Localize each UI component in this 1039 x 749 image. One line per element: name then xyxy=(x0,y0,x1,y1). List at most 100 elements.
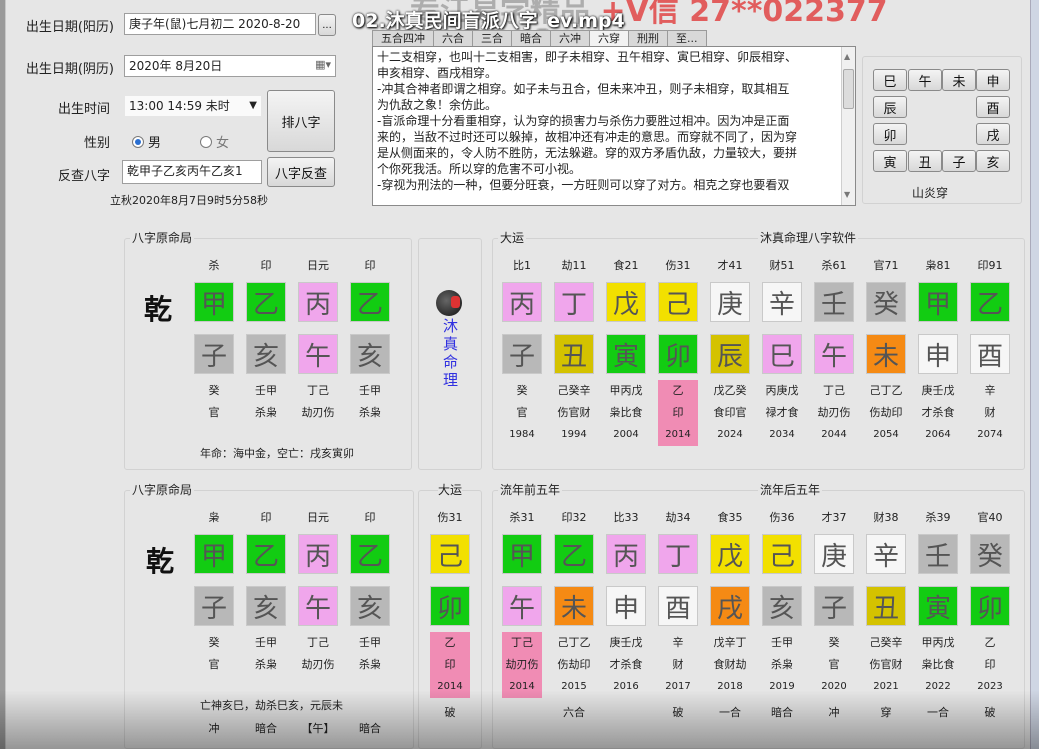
earthly-branch-cell[interactable]: 酉 xyxy=(970,334,1010,374)
reverse-lookup-button[interactable]: 八字反查 xyxy=(267,157,335,187)
paipan-button[interactable]: 排八字 xyxy=(267,90,335,152)
heavenly-stem-cell[interactable]: 庚 xyxy=(814,534,854,574)
branch-button[interactable]: 酉 xyxy=(976,96,1010,118)
branch-button[interactable]: 卯 xyxy=(873,123,907,145)
scroll-up-icon[interactable]: ▲ xyxy=(844,49,850,65)
hidden-stems-text: 壬甲 xyxy=(255,636,277,649)
vertical-scrollbar[interactable]: ▲ ▼ xyxy=(841,47,855,205)
heavenly-stem-cell[interactable]: 戊 xyxy=(710,534,750,574)
reverse-lookup-input[interactable]: 乾甲子乙亥丙午乙亥1 xyxy=(122,160,262,184)
earthly-branch-cell[interactable]: 子 xyxy=(194,334,234,374)
heavenly-stem-cell[interactable]: 壬 xyxy=(814,282,854,322)
heavenly-stem-cell[interactable]: 庚 xyxy=(710,282,750,322)
hidden-stems-text: 癸 xyxy=(208,384,220,397)
birth-date-lunar-field[interactable]: 2020年 8月20日 ▦▾ xyxy=(124,55,336,77)
branch-button[interactable]: 午 xyxy=(908,69,942,91)
tab-liuchong[interactable]: 六冲 xyxy=(550,30,590,46)
scroll-thumb[interactable] xyxy=(843,69,854,109)
earthly-branch-cell[interactable]: 酉 xyxy=(658,586,698,626)
heavenly-stem-cell[interactable]: 甲 xyxy=(194,282,234,322)
heavenly-stem-cell[interactable]: 戊 xyxy=(606,282,646,322)
heavenly-stem-cell[interactable]: 甲 xyxy=(502,534,542,574)
branch-button[interactable]: 申 xyxy=(976,69,1010,91)
relation-description-text[interactable]: 十二支相穿，也叫十二支相害，即子未相穿、丑午相穿、寅巳相穿、卯辰相穿、 申亥相穿… xyxy=(372,46,856,206)
heavenly-stem-cell[interactable]: 壬 xyxy=(918,534,958,574)
earthly-branch-cell[interactable]: 寅 xyxy=(918,586,958,626)
tab-xing[interactable]: 刑刑 xyxy=(628,30,668,46)
heavenly-stem-cell[interactable]: 丙 xyxy=(298,282,338,322)
heavenly-stem-cell[interactable]: 乙 xyxy=(970,282,1010,322)
heavenly-stem-cell[interactable]: 乙 xyxy=(350,534,390,574)
earthly-branch-cell[interactable]: 亥 xyxy=(762,586,802,626)
heavenly-stem-cell[interactable]: 癸 xyxy=(970,534,1010,574)
earthly-branch-cell[interactable]: 巳 xyxy=(762,334,802,374)
hidden-stems-block: 辛财 2017 xyxy=(658,632,698,698)
earthly-branch-cell[interactable]: 丑 xyxy=(866,586,906,626)
gender-radio-male[interactable]: 男 xyxy=(132,132,161,151)
birth-time-select[interactable]: 13:00 14:59 未时 ▼ xyxy=(124,95,262,117)
heavenly-stem-cell[interactable]: 辛 xyxy=(866,534,906,574)
tab-more[interactable]: 至... xyxy=(667,30,707,46)
tab-liuhe[interactable]: 六合 xyxy=(433,30,473,46)
tab-liuchuan[interactable]: 六穿 xyxy=(589,30,629,46)
earthly-branch-cell[interactable]: 子 xyxy=(502,334,542,374)
branch-button[interactable]: 寅 xyxy=(873,150,907,172)
earthly-branch-cell[interactable]: 午 xyxy=(502,586,542,626)
calendar-dropdown-icon[interactable]: ▦▾ xyxy=(315,57,331,73)
heavenly-stem-cell[interactable]: 乙 xyxy=(350,282,390,322)
scroll-down-icon[interactable]: ▼ xyxy=(844,187,850,203)
earthly-branch-cell[interactable]: 寅 xyxy=(606,334,646,374)
branch-button[interactable]: 巳 xyxy=(873,69,907,91)
heavenly-stem-cell[interactable]: 丁 xyxy=(658,534,698,574)
branch-button[interactable]: 未 xyxy=(942,69,976,91)
earthly-branch-cell[interactable]: 亥 xyxy=(246,586,286,626)
earthly-branch-cell[interactable]: 卯 xyxy=(658,334,698,374)
earthly-branch-cell[interactable]: 亥 xyxy=(246,334,286,374)
tab-sanhe[interactable]: 三合 xyxy=(472,30,512,46)
heavenly-stem-cell[interactable]: 己 xyxy=(658,282,698,322)
heavenly-stem-cell[interactable]: 甲 xyxy=(918,282,958,322)
earthly-branch-cell[interactable]: 子 xyxy=(814,586,854,626)
earthly-branch-cell[interactable]: 亥 xyxy=(350,334,390,374)
tab-anhe[interactable]: 暗合 xyxy=(511,30,551,46)
earthly-branch-cell[interactable]: 子 xyxy=(194,586,234,626)
earthly-branch-cell[interactable]: 午 xyxy=(298,586,338,626)
branch-button[interactable]: 辰 xyxy=(873,96,907,118)
heavenly-stem-cell[interactable]: 己 xyxy=(762,534,802,574)
heavenly-stem-cell[interactable]: 丙 xyxy=(502,282,542,322)
heavenly-stem-cell[interactable]: 乙 xyxy=(554,534,594,574)
earthly-branch-cell[interactable]: 未 xyxy=(866,334,906,374)
earthly-branch-cell[interactable]: 未 xyxy=(554,586,594,626)
heavenly-stem-cell[interactable]: 丙 xyxy=(298,534,338,574)
dayun-column: 枭81 甲申庚壬戊 才杀食 2064 xyxy=(914,256,962,446)
hidden-stems-text: 壬甲 xyxy=(771,636,793,649)
heavenly-stem-cell[interactable]: 丁 xyxy=(554,282,594,322)
ten-god-label: 伤36 xyxy=(769,511,795,524)
earthly-branch-cell[interactable]: 午 xyxy=(814,334,854,374)
date-picker-button[interactable]: ... xyxy=(318,14,336,36)
branch-button[interactable]: 亥 xyxy=(976,150,1010,172)
earthly-branch-cell[interactable]: 卯 xyxy=(430,586,470,626)
tab-wuhe-sichong[interactable]: 五合四冲 xyxy=(372,30,434,46)
earthly-branch-cell[interactable]: 戌 xyxy=(710,586,750,626)
heavenly-stem-cell[interactable]: 癸 xyxy=(866,282,906,322)
earthly-branch-cell[interactable]: 卯 xyxy=(970,586,1010,626)
earthly-branch-cell[interactable]: 辰 xyxy=(710,334,750,374)
heavenly-stem-cell[interactable]: 丙 xyxy=(606,534,646,574)
birth-date-solar-field[interactable]: 庚子年(鼠)七月初二 2020-8-20 xyxy=(124,13,316,35)
heavenly-stem-cell[interactable]: 乙 xyxy=(246,282,286,322)
heavenly-stem-cell[interactable]: 乙 xyxy=(246,534,286,574)
earthly-branch-cell[interactable]: 午 xyxy=(298,334,338,374)
earthly-branch-cell[interactable]: 申 xyxy=(918,334,958,374)
earthly-branch-cell[interactable]: 亥 xyxy=(350,586,390,626)
heavenly-stem-cell[interactable]: 甲 xyxy=(194,534,234,574)
heavenly-stem-cell[interactable]: 己 xyxy=(430,534,470,574)
earthly-branch-cell[interactable]: 申 xyxy=(606,586,646,626)
branch-button[interactable]: 子 xyxy=(942,150,976,172)
gender-radio-female[interactable]: 女 xyxy=(200,132,229,151)
heavenly-stem-cell[interactable]: 辛 xyxy=(762,282,802,322)
earthly-branch-cell[interactable]: 丑 xyxy=(554,334,594,374)
ten-god-label: 印 xyxy=(364,259,376,272)
branch-button[interactable]: 戌 xyxy=(976,123,1010,145)
branch-button[interactable]: 丑 xyxy=(908,150,942,172)
